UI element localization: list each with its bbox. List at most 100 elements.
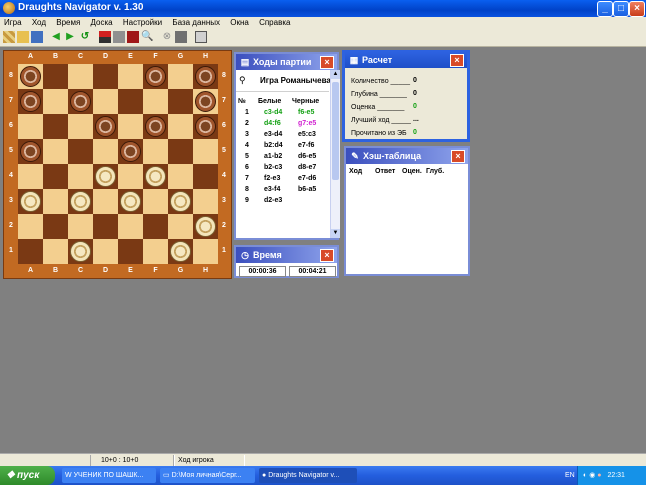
stop-icon[interactable] (127, 31, 139, 43)
white-checker[interactable] (70, 191, 91, 212)
white-move[interactable]: c3-d4 (264, 107, 282, 118)
white-move[interactable]: a1-b2 (264, 151, 282, 162)
white-move[interactable]: d2-e3 (264, 195, 282, 206)
white-checker[interactable] (70, 241, 91, 262)
menu-board[interactable]: Доска (87, 17, 117, 29)
square-d4[interactable] (93, 164, 118, 189)
square-g3[interactable] (168, 189, 193, 214)
language-indicator[interactable]: EN (565, 466, 575, 485)
white-checker[interactable] (170, 241, 191, 262)
minimize-button[interactable]: _ (597, 1, 613, 17)
white-move[interactable]: b2-c3 (264, 162, 282, 173)
security-icon[interactable]: ◉ (589, 472, 595, 479)
scroll-thumb[interactable] (332, 82, 339, 180)
calc-panel-close-button[interactable]: × (450, 54, 464, 67)
move-row[interactable]: 8 e3-f4 b6-a5 (236, 184, 330, 195)
menu-time[interactable]: Время (52, 17, 84, 29)
white-checker[interactable] (195, 216, 216, 237)
square-g5[interactable] (168, 139, 193, 164)
scroll-down-icon[interactable]: ▼ (331, 229, 340, 238)
black-move[interactable]: e5:c3 (298, 129, 316, 140)
alert-icon[interactable]: ● (597, 472, 601, 479)
task-draughts-navigator[interactable]: ● Draughts Navigator v... (259, 468, 357, 483)
white-move[interactable]: b2:d4 (264, 140, 283, 151)
forward-icon[interactable]: ▶ (64, 31, 76, 43)
calc-panel-header[interactable]: ▦ Расчет × (345, 52, 467, 68)
square-b2[interactable] (43, 214, 68, 239)
white-checker[interactable] (145, 166, 166, 187)
square-b4[interactable] (43, 164, 68, 189)
square-e5[interactable] (118, 139, 143, 164)
square-e1[interactable] (118, 239, 143, 264)
task-word-doc[interactable]: W УЧЕНИК ПО ШАШК... (62, 468, 156, 483)
square-h6[interactable] (193, 114, 218, 139)
square-h2[interactable] (193, 214, 218, 239)
help-book-icon[interactable] (195, 31, 207, 43)
close-button[interactable]: × (629, 1, 645, 17)
undo-icon[interactable]: ↺ (79, 31, 91, 43)
new-game-icon[interactable] (3, 31, 15, 43)
white-checker[interactable] (95, 166, 116, 187)
square-g1[interactable] (168, 239, 193, 264)
checkerboard[interactable] (18, 64, 218, 264)
black-move[interactable]: d8-e7 (298, 162, 316, 173)
white-checker[interactable] (120, 191, 141, 212)
cancel-icon[interactable]: ⊗ (161, 31, 173, 43)
menu-database[interactable]: База данных (168, 17, 224, 29)
menu-move[interactable]: Ход (28, 17, 50, 29)
move-row[interactable]: 6 b2-c3 d8-e7 (236, 162, 330, 173)
square-b8[interactable] (43, 64, 68, 89)
square-c3[interactable] (68, 189, 93, 214)
white-move[interactable]: d4:f6 (264, 118, 281, 129)
brown-checker[interactable] (95, 116, 116, 137)
square-e7[interactable] (118, 89, 143, 114)
menu-help[interactable]: Справка (255, 17, 294, 29)
start-button[interactable]: ❖ пуск (0, 466, 55, 485)
brown-checker[interactable] (20, 91, 41, 112)
brown-checker[interactable] (20, 141, 41, 162)
square-f6[interactable] (143, 114, 168, 139)
menu-windows[interactable]: Окна (226, 17, 253, 29)
hash-panel-close-button[interactable]: × (451, 150, 465, 163)
settings-icon[interactable] (175, 31, 187, 43)
white-checker[interactable] (170, 191, 191, 212)
square-c1[interactable] (68, 239, 93, 264)
square-d2[interactable] (93, 214, 118, 239)
square-f8[interactable] (143, 64, 168, 89)
time-panel-close-button[interactable]: × (320, 249, 334, 262)
move-row[interactable]: 4 b2:d4 e7-f6 (236, 140, 330, 151)
square-a3[interactable] (18, 189, 43, 214)
square-g7[interactable] (168, 89, 193, 114)
white-checker[interactable] (20, 191, 41, 212)
maximize-button[interactable]: □ (613, 1, 629, 17)
square-f4[interactable] (143, 164, 168, 189)
task-folder[interactable]: ▭ D:\Моя личная\Серг... (160, 468, 255, 483)
scroll-up-icon[interactable]: ▲ (331, 70, 340, 79)
black-move[interactable]: g7:e5 (298, 118, 316, 129)
brown-checker[interactable] (195, 116, 216, 137)
window-title-bar[interactable]: Draughts Navigator v. 1.30 _ □ × (0, 0, 646, 17)
moves-panel-close-button[interactable]: × (320, 56, 334, 69)
brown-checker[interactable] (120, 141, 141, 162)
brown-checker[interactable] (145, 66, 166, 87)
black-move[interactable]: e7-f6 (298, 140, 314, 151)
move-row[interactable]: 9 d2-e3 (236, 195, 330, 206)
square-c5[interactable] (68, 139, 93, 164)
square-d8[interactable] (93, 64, 118, 89)
black-move[interactable]: f6-e5 (298, 107, 314, 118)
moves-panel-header[interactable]: ▤ Ходы партии × (236, 54, 337, 70)
back-icon[interactable]: ◀ (50, 31, 62, 43)
square-a5[interactable] (18, 139, 43, 164)
square-h4[interactable] (193, 164, 218, 189)
square-a7[interactable] (18, 89, 43, 114)
move-row[interactable]: 7 f2-e3 e7-d6 (236, 173, 330, 184)
open-icon[interactable] (17, 31, 29, 43)
menu-game[interactable]: Игра (0, 17, 26, 29)
flag-red-icon[interactable] (99, 31, 111, 43)
square-a1[interactable] (18, 239, 43, 264)
white-move[interactable]: e3-f4 (264, 184, 280, 195)
brown-checker[interactable] (70, 91, 91, 112)
square-f2[interactable] (143, 214, 168, 239)
search-icon[interactable]: 🔍 (141, 31, 153, 43)
brown-checker[interactable] (195, 91, 216, 112)
